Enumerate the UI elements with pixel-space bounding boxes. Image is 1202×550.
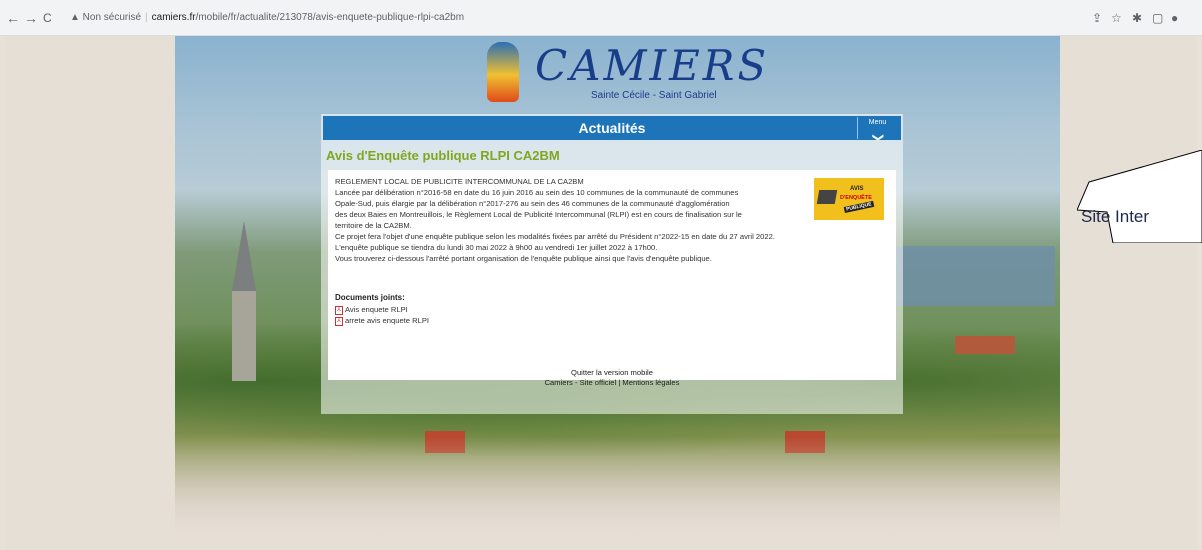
back-arrow-icon[interactable]: ←: [6, 9, 20, 27]
doc-link[interactable]: ⅄ arrete avis enquete RLPI: [335, 315, 429, 326]
article-line: Lancée par délibération n°2016-58 en dat…: [335, 188, 739, 197]
menu-button[interactable]: Menu ❯: [857, 117, 897, 143]
article-line: Opale-Sud, puis élargie par la délibérat…: [335, 199, 730, 208]
attached-documents: Documents joints: ⅄ Avis enquete RLPI ⅄ ar…: [335, 292, 429, 326]
logo-subtitle: Sainte Cécile - Saint Gabriel: [591, 90, 717, 101]
article-body: REGLEMENT LOCAL DE PUBLICITE INTERCOMMUN…: [335, 176, 815, 264]
section-title: Actualités: [578, 120, 646, 136]
section-header: Actualités Menu ❯: [323, 116, 901, 143]
article-title: Avis d'Enquête publique RLPI CA2BM: [326, 148, 560, 163]
quit-mobile-link[interactable]: Quitter la version mobile: [571, 368, 653, 377]
article-line: Ce projet fera l'objet d'une enquête pub…: [335, 232, 775, 241]
panel-footer: Quitter la version mobile Camiers - Site…: [321, 368, 903, 388]
menu-label: Menu: [868, 119, 887, 126]
mobile-panel: Actualités Menu ❯ Avis d'Enquête publiqu…: [321, 114, 903, 414]
doc-link[interactable]: ⅄ Avis enquete RLPI: [335, 304, 429, 315]
church-steeple: [232, 221, 256, 291]
profile-icon[interactable]: ●: [1171, 9, 1178, 27]
browser-toolbar: ← → C ▲ Non sécurisé | camiers.fr/mobile/f…: [0, 0, 1202, 36]
doc-link-label: Avis enquete RLPI: [345, 305, 408, 314]
article-line: Vous trouverez ci-dessous l'arrêté porta…: [335, 254, 712, 263]
star-icon[interactable]: ☆: [1111, 9, 1122, 27]
not-secure-indicator[interactable]: ▲ Non sécurisé: [70, 12, 141, 23]
callout-label: Site Inter: [1081, 207, 1150, 226]
bottom-fade: [175, 436, 1060, 550]
doc-link-label: arrete avis enquete RLPI: [345, 316, 430, 325]
callout-shape: [1077, 150, 1202, 243]
extensions-icon[interactable]: ✱: [1132, 9, 1142, 27]
pdf-icon: ⅄: [335, 305, 343, 315]
church-tower: [232, 291, 256, 381]
page-viewport: CAMIERS Sainte Cécile - Saint Gabriel Ac…: [5, 36, 1197, 550]
logo-wordmark: CAMIERS: [535, 41, 770, 90]
article-line: L'enquête publique se tiendra du lundi 3…: [335, 243, 658, 252]
footer-separator: |: [618, 378, 621, 387]
site-logo[interactable]: CAMIERS Sainte Cécile - Saint Gabriel: [475, 36, 775, 112]
megaphone-icon: [816, 190, 838, 204]
article-line: territoire de la CA2BM.: [335, 221, 412, 230]
sidepanel-icon[interactable]: ▢: [1152, 9, 1163, 27]
url-host: camiers.fr: [151, 12, 196, 23]
article-line: REGLEMENT LOCAL DE PUBLICITE INTERCOMMUN…: [335, 177, 584, 186]
docs-heading: Documents joints:: [335, 293, 405, 302]
torch-icon: [487, 42, 519, 102]
house-roof: [955, 336, 1015, 354]
url-path: /mobile/fr/actualite/213078/avis-enquete…: [195, 12, 465, 23]
article-line: des deux Baies en Montreuillois, le Règl…: [335, 210, 742, 219]
badge-line: AVIS: [850, 186, 864, 192]
forward-arrow-icon[interactable]: →: [24, 9, 38, 27]
article-content: REGLEMENT LOCAL DE PUBLICITE INTERCOMMUN…: [328, 170, 896, 380]
share-icon[interactable]: ⇪: [1092, 9, 1102, 27]
official-site-link[interactable]: Camiers - Site officiel: [545, 378, 617, 387]
address-bar[interactable]: ▲ Non sécurisé | camiers.fr/mobile/fr/actu…: [70, 8, 1180, 28]
avis-enquete-image: AVIS D'ENQUÊTE PUBLIQUE: [814, 178, 884, 220]
chevron-down-icon: ❯: [872, 132, 884, 143]
badge-line: D'ENQUÊTE: [840, 195, 872, 201]
reload-icon[interactable]: C: [43, 9, 52, 27]
pdf-icon: ⅄: [335, 316, 343, 326]
badge-line: PUBLIQUE: [843, 200, 875, 214]
legal-link[interactable]: Mentions légales: [622, 378, 679, 387]
